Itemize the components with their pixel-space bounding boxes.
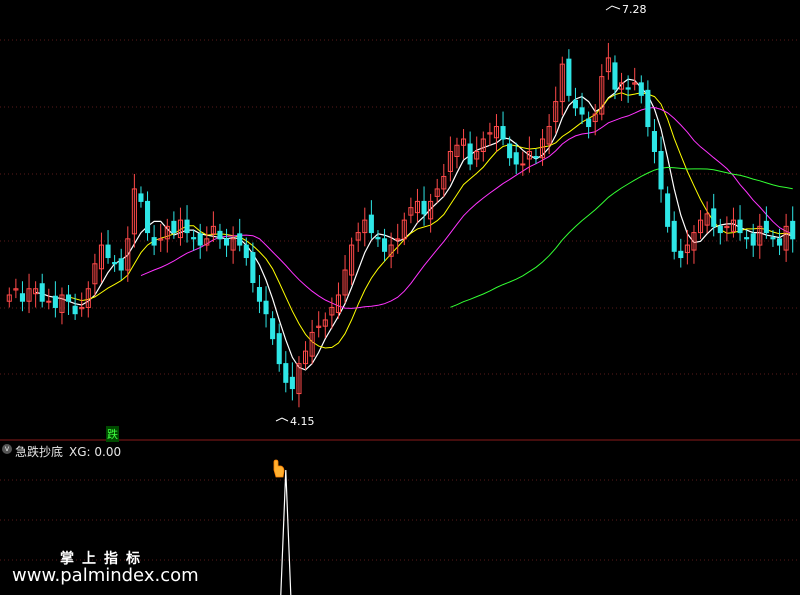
signal-badge: 跌 — [106, 426, 119, 442]
candle-down — [612, 62, 618, 90]
indicator-name: 急跌抄底 — [15, 445, 64, 459]
indicator-title: 急跌抄底 XG: 0.00 — [15, 443, 121, 460]
candle-down — [566, 58, 572, 96]
price-grid — [0, 39, 800, 561]
candle-up — [46, 300, 52, 303]
ma60-line — [450, 166, 793, 308]
candle-down — [513, 152, 519, 165]
candle-down — [263, 300, 269, 315]
candle-down — [658, 150, 664, 190]
candle-down — [171, 220, 177, 234]
candle-down — [197, 233, 203, 246]
candle-down — [572, 99, 578, 109]
candle-down — [270, 318, 276, 340]
candle-down — [276, 333, 282, 365]
candle-down — [638, 82, 644, 96]
candle-down — [678, 250, 684, 259]
xg-value: XG: 0.00 — [69, 445, 122, 459]
candle-down — [711, 208, 717, 227]
candle-down — [250, 252, 256, 284]
candle-down — [283, 363, 289, 383]
candle-down — [191, 237, 197, 240]
candle-down — [112, 262, 118, 265]
stock-chart[interactable]: 7.28 4.15 — [0, 0, 800, 595]
candle-down — [467, 143, 473, 165]
candle-down — [72, 305, 78, 315]
candle-down — [105, 244, 111, 259]
candle-down — [737, 219, 743, 234]
candle-down — [533, 155, 539, 159]
candle-down — [770, 237, 776, 240]
candle-down — [763, 220, 769, 234]
candle-down — [66, 294, 72, 302]
candle-down — [421, 200, 427, 215]
candle-down — [217, 230, 223, 240]
candle-down — [651, 131, 657, 152]
candle-down — [579, 107, 585, 115]
ma20-line — [140, 106, 793, 309]
candle-down — [151, 237, 157, 246]
candle-down — [19, 293, 25, 302]
candle-down — [237, 233, 243, 246]
candle-up — [520, 163, 526, 166]
low-marker-arrow — [275, 417, 289, 422]
candle-down — [665, 193, 671, 227]
candle-down — [368, 214, 374, 234]
candle-down — [256, 286, 262, 302]
collapse-indicator-icon[interactable]: v — [2, 444, 12, 454]
low-price-label: 4.15 — [290, 415, 315, 428]
candle-down — [39, 283, 45, 302]
candle-down — [625, 87, 631, 90]
price-markers: 7.28 4.15 — [275, 3, 647, 428]
candle-down — [243, 244, 249, 259]
high-price-label: 7.28 — [622, 3, 647, 16]
candle-down — [52, 295, 58, 308]
candle-down — [118, 258, 124, 271]
candle-down — [138, 193, 144, 202]
indicator-panel — [280, 469, 292, 595]
candle-down — [375, 237, 381, 240]
hand-pointer-icon — [273, 459, 285, 478]
candle-down — [507, 143, 513, 159]
candlestick-series — [6, 42, 796, 408]
candle-down — [382, 238, 388, 252]
candle-down — [717, 225, 723, 234]
xg-signal-spike — [280, 469, 292, 595]
candle-down — [645, 89, 651, 128]
watermark-url: www.palmindex.com — [12, 565, 199, 586]
candle-down — [289, 376, 295, 390]
candle-down — [586, 118, 592, 128]
candle-down — [145, 200, 151, 234]
candle-down — [224, 238, 230, 246]
candle-down — [500, 126, 506, 140]
candle-down — [671, 220, 677, 252]
candle-down — [750, 233, 756, 246]
candle-down — [744, 237, 750, 240]
candle-down — [777, 238, 783, 246]
high-marker-arrow — [605, 5, 621, 11]
candle-down — [184, 219, 190, 234]
candle-down — [790, 220, 796, 240]
